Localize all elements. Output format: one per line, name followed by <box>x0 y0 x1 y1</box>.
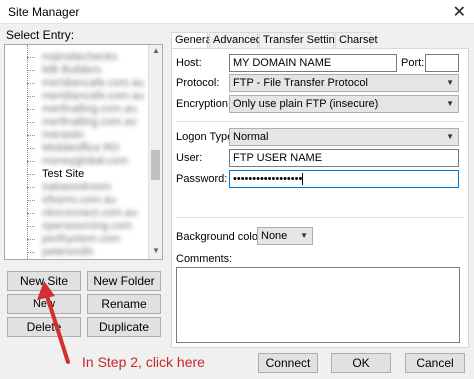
annotation-text: In Step 2, click here <box>82 354 205 370</box>
annotation-arrow-icon <box>37 281 70 364</box>
